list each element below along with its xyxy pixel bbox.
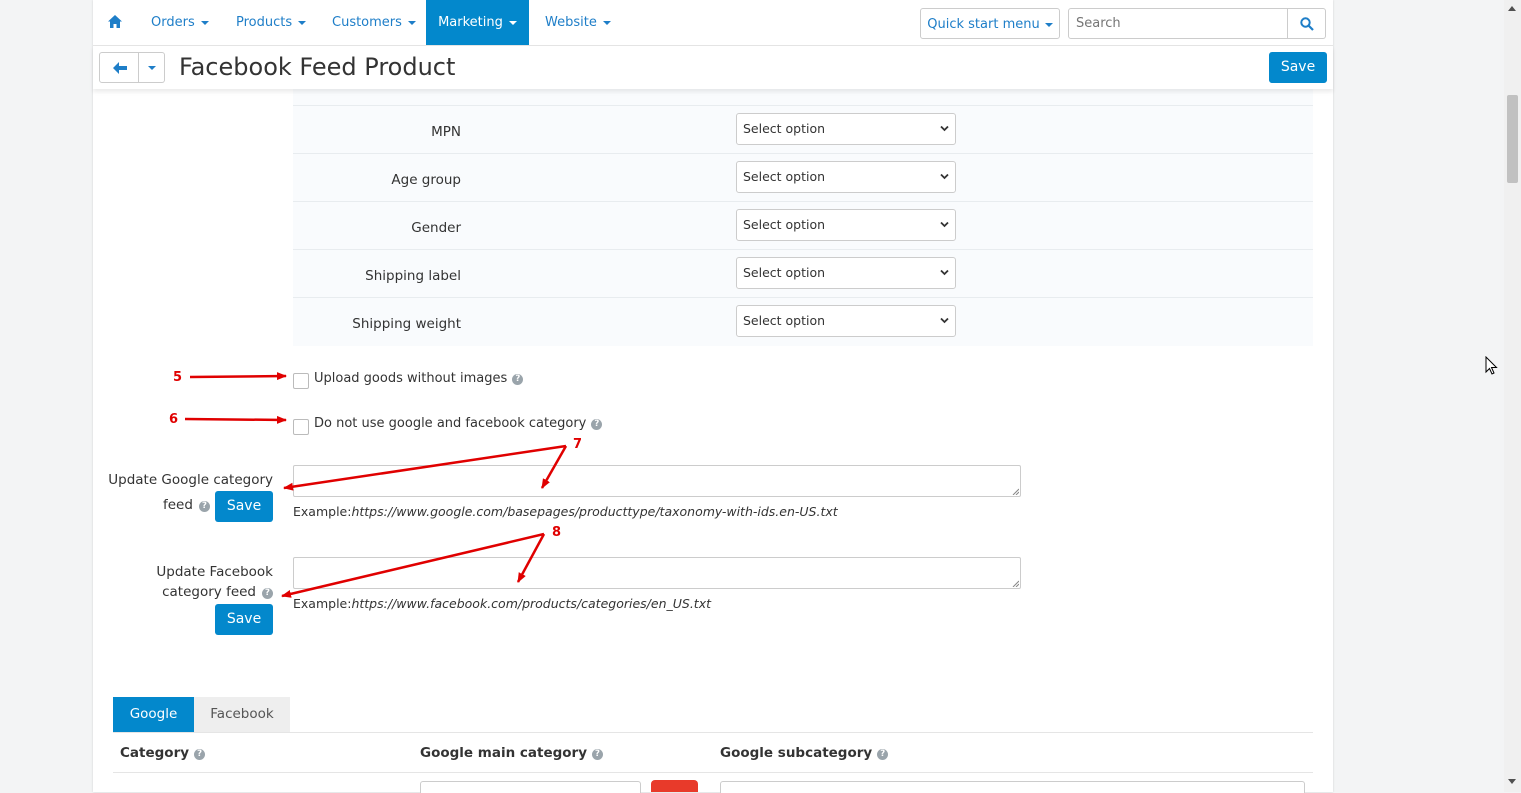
chevron-down-icon	[298, 20, 307, 25]
scroll-down-icon[interactable]	[1508, 779, 1516, 784]
row-label: MPN	[431, 124, 461, 140]
home-icon[interactable]	[108, 15, 122, 28]
back-button[interactable]	[99, 52, 139, 83]
tab-google[interactable]: Google	[113, 697, 194, 732]
google-feed-save-button[interactable]: Save	[215, 491, 273, 522]
mapping-row-gender: Gender Select option	[293, 201, 1313, 250]
header-divider	[113, 772, 1313, 773]
chevron-down-icon	[940, 317, 949, 324]
chevron-down-icon	[148, 66, 156, 70]
help-icon[interactable]: ?	[591, 419, 603, 430]
facebook-feed-label-line2: category feed?	[162, 581, 273, 603]
nav-website[interactable]: Website	[545, 0, 611, 45]
tab-divider	[113, 732, 1313, 733]
search-input[interactable]	[1068, 8, 1288, 39]
age-group-select[interactable]: Select option	[736, 161, 956, 193]
facebook-feed-url-textarea[interactable]	[293, 557, 1021, 589]
chevron-down-icon	[1044, 22, 1053, 27]
mpn-select[interactable]: Select option	[736, 113, 956, 145]
annotation-number-6: 6	[169, 412, 179, 427]
annotation-number-8: 8	[552, 525, 562, 540]
nav-customers[interactable]: Customers	[332, 0, 416, 45]
shipping-label-select[interactable]: Select option	[736, 257, 956, 289]
resize-grip-icon[interactable]	[1012, 488, 1019, 495]
help-icon[interactable]: ?	[592, 749, 604, 760]
no-google-facebook-category-label: Do not use google and facebook category?	[314, 416, 603, 431]
column-header-google-subcategory: Google subcategory?	[720, 745, 889, 761]
row-label: Gender	[411, 220, 461, 236]
quick-start-menu-button[interactable]: Quick start menu	[920, 8, 1060, 39]
annotation-number-7: 7	[573, 437, 583, 452]
chevron-down-icon	[940, 125, 949, 132]
mapping-row-shipping-weight: Shipping weight Select option	[293, 297, 1313, 346]
nav-marketing[interactable]: Marketing	[426, 0, 529, 45]
facebook-feed-label-line1: Update Facebook	[156, 564, 273, 580]
mapping-row-mpn: MPN Select option	[293, 105, 1313, 154]
google-subcategory-select[interactable]	[720, 781, 1305, 793]
row-partial	[293, 89, 1313, 105]
page-title: Facebook Feed Product	[179, 53, 456, 81]
mapping-row-shipping-label: Shipping label Select option	[293, 249, 1313, 298]
scrollbar-thumb[interactable]	[1507, 95, 1518, 183]
google-feed-url-textarea[interactable]	[293, 465, 1021, 497]
top-navigation: Orders Products Customers Marketing Webs…	[93, 0, 1333, 46]
help-icon[interactable]: ?	[877, 749, 889, 760]
back-dropdown-button[interactable]	[139, 52, 165, 83]
row-label: Shipping weight	[352, 316, 461, 332]
google-feed-label-line1: Update Google category	[108, 472, 273, 488]
chevron-down-icon	[940, 269, 949, 276]
help-icon[interactable]: ?	[512, 374, 524, 385]
nav-products[interactable]: Products	[236, 0, 307, 45]
chevron-down-icon	[602, 20, 611, 25]
help-icon[interactable]: ?	[194, 749, 206, 760]
google-main-category-select[interactable]	[420, 781, 641, 793]
chevron-down-icon	[940, 173, 949, 180]
search-button[interactable]	[1288, 8, 1326, 39]
chevron-down-icon	[940, 221, 949, 228]
google-feed-label-line2: feed?	[163, 494, 210, 516]
arrow-left-icon	[113, 62, 127, 74]
chevron-down-icon	[407, 20, 416, 25]
title-bar: Facebook Feed Product Save	[93, 46, 1333, 89]
search-icon	[1300, 17, 1314, 31]
google-feed-example: Example:https://www.google.com/basepages…	[293, 504, 838, 519]
column-header-google-main-category: Google main category?	[420, 745, 604, 761]
chevron-down-icon	[200, 20, 209, 25]
main-container: Orders Products Customers Marketing Webs…	[93, 0, 1333, 793]
help-icon[interactable]: ?	[262, 588, 273, 599]
chevron-down-icon	[508, 20, 517, 25]
column-header-category: Category?	[120, 745, 206, 761]
mouse-cursor-icon	[1485, 356, 1498, 375]
row-label: Shipping label	[365, 268, 461, 284]
upload-without-images-label: Upload goods without images?	[314, 371, 524, 386]
help-icon[interactable]: ?	[198, 501, 210, 512]
row-label: Age group	[391, 172, 461, 188]
save-button[interactable]: Save	[1269, 52, 1327, 83]
nav-orders[interactable]: Orders	[151, 0, 209, 45]
upload-without-images-checkbox[interactable]	[293, 373, 309, 389]
no-google-facebook-category-checkbox[interactable]	[293, 419, 309, 435]
gender-select[interactable]: Select option	[736, 209, 956, 241]
facebook-feed-example: Example:https://www.facebook.com/product…	[293, 596, 712, 611]
annotation-number-5: 5	[173, 370, 183, 385]
remove-button[interactable]	[651, 780, 698, 792]
facebook-feed-save-button[interactable]: Save	[215, 604, 273, 635]
mapping-row-age-group: Age group Select option	[293, 153, 1313, 202]
resize-grip-icon[interactable]	[1012, 580, 1019, 587]
scroll-up-icon[interactable]	[1508, 6, 1516, 11]
tab-facebook[interactable]: Facebook	[194, 697, 290, 732]
shipping-weight-select[interactable]: Select option	[736, 305, 956, 337]
